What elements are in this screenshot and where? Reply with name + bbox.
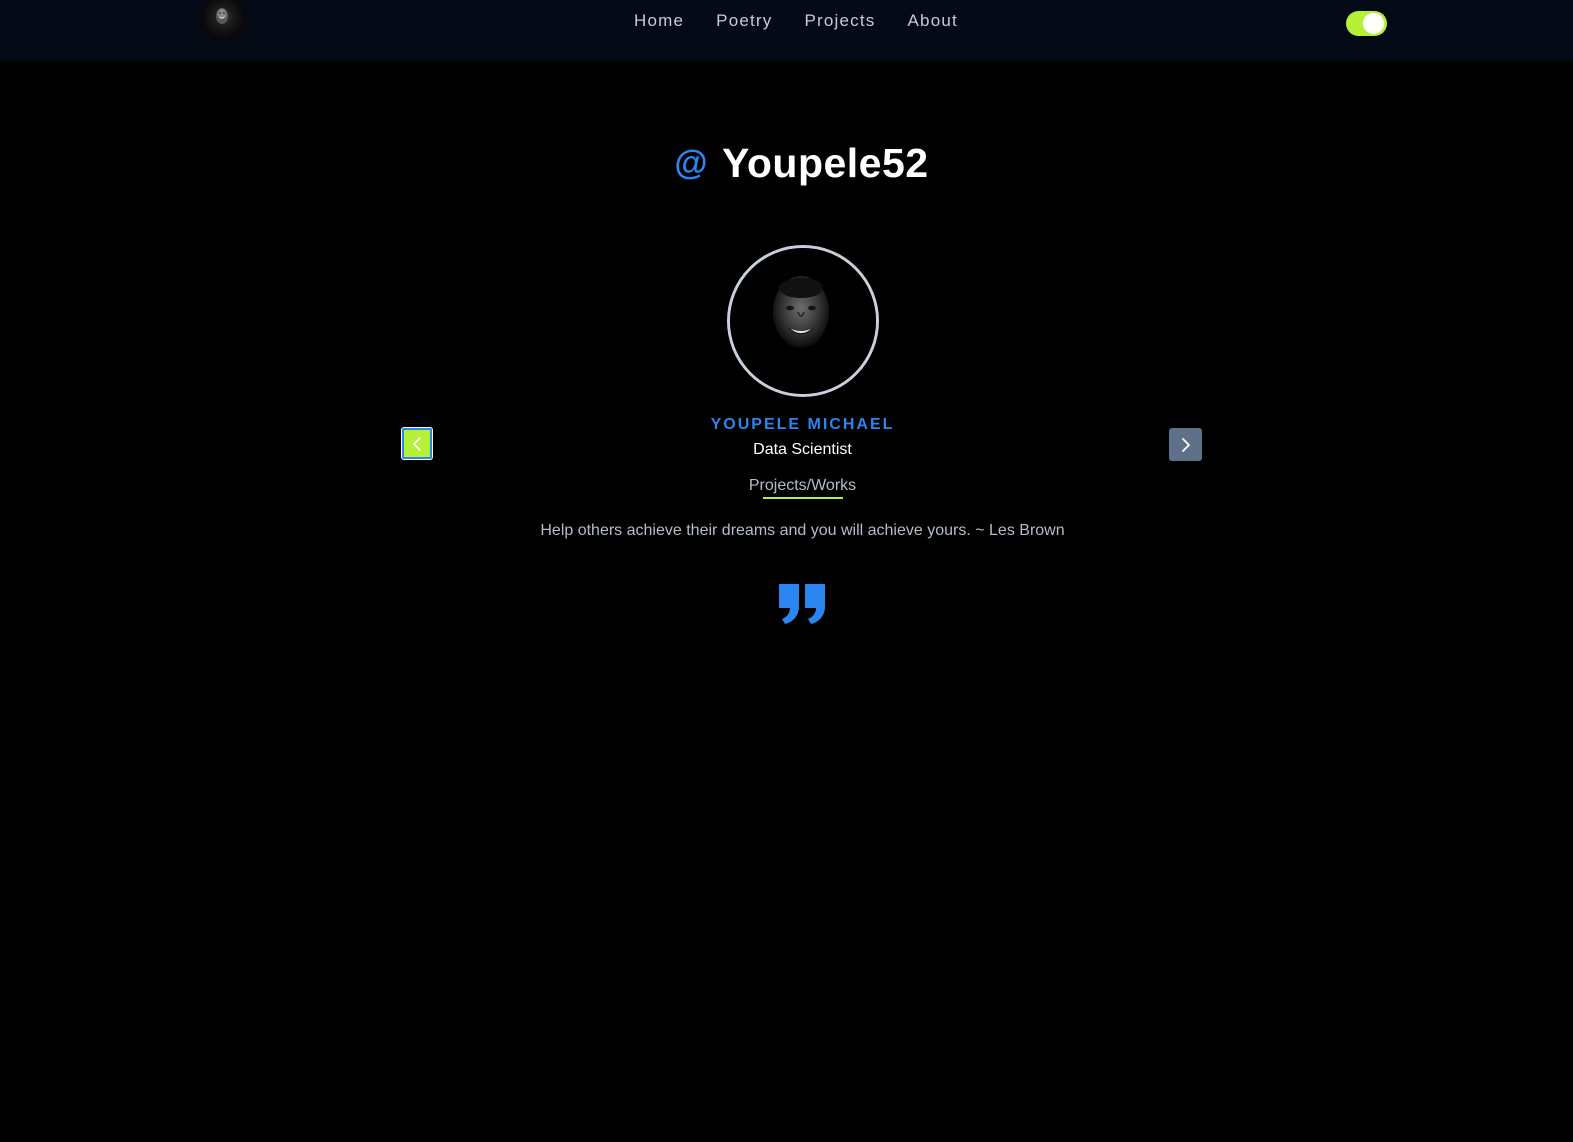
nav-link-about[interactable]: About bbox=[892, 10, 974, 34]
portrait-image bbox=[730, 248, 876, 394]
nav-link-projects[interactable]: Projects bbox=[789, 10, 892, 34]
link-underline bbox=[763, 497, 843, 499]
next-button[interactable] bbox=[1169, 428, 1202, 461]
previous-button[interactable] bbox=[401, 427, 433, 460]
nav-link-home[interactable]: Home bbox=[618, 10, 700, 34]
nav-links: Home Poetry Projects About bbox=[618, 10, 974, 34]
projects-works-link[interactable]: Projects/Works bbox=[0, 477, 1573, 495]
person-name: YOUPELE MICHAEL bbox=[710, 416, 895, 433]
chevron-left-icon bbox=[413, 436, 421, 451]
top-navbar: Home Poetry Projects About bbox=[0, 0, 1573, 61]
at-symbol: @ bbox=[674, 144, 709, 182]
chevron-right-icon bbox=[1181, 437, 1190, 452]
toggle-knob bbox=[1363, 13, 1384, 34]
person-role: Data Scientist bbox=[753, 441, 852, 458]
profile-avatar bbox=[727, 245, 879, 397]
handle-text: Youpele52 bbox=[722, 140, 929, 186]
quote-text: Help others achieve their dreams and you… bbox=[540, 522, 1065, 539]
quote-right-icon bbox=[777, 582, 827, 631]
nav-link-poetry[interactable]: Poetry bbox=[700, 10, 788, 34]
avatar-logo-icon[interactable] bbox=[200, 0, 246, 42]
page-title-handle: @ Youpele52 bbox=[0, 140, 1573, 186]
theme-toggle-switch[interactable] bbox=[1346, 11, 1387, 36]
